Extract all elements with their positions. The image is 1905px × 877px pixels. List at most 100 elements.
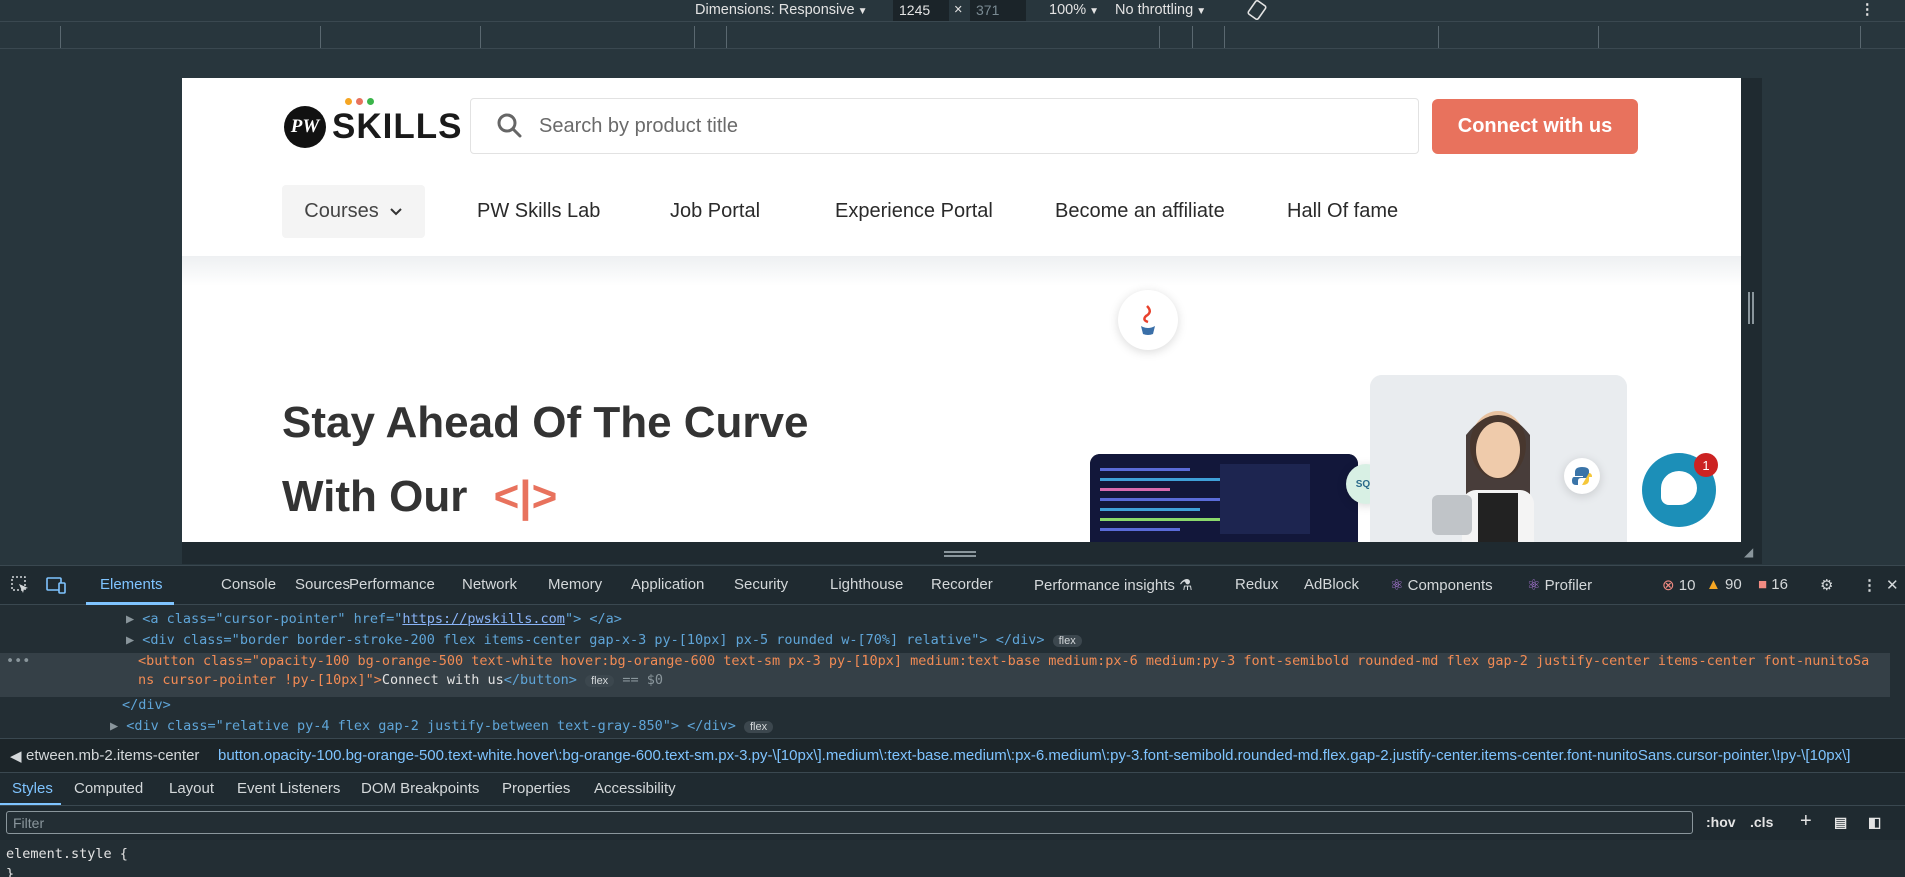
tab-network[interactable]: Network [462,576,517,593]
tab-recorder[interactable]: Recorder [931,576,993,593]
headline-text: With Our [282,472,468,521]
nav-experience-portal[interactable]: Experience Portal [835,185,993,238]
expand-arrow-icon[interactable]: ▶ [126,611,134,627]
flex-badge[interactable]: flex [585,675,615,687]
tab-performance-insights[interactable]: Performance insights ⚗ [1034,576,1193,594]
sidebar-toggle-icon[interactable]: ◧ [1868,814,1881,831]
element-style-rule[interactable]: element.style { [6,846,128,862]
tab-computed[interactable]: Computed [74,780,143,797]
hov-button[interactable]: :hov [1706,814,1736,830]
button-markup-line2: ns cursor-pointer !py-[10px]">Connect wi… [138,672,1890,688]
height-input[interactable]: 371 [970,0,1026,21]
ellipsis-icon[interactable]: ••• [6,653,30,669]
search-field[interactable]: Search by product title [470,98,1419,154]
tab-sources[interactable]: Sources [295,576,350,593]
div-close: </div> [122,697,171,713]
settings-gear-icon[interactable]: ⚙ [1820,576,1833,594]
expand-arrow-icon[interactable]: ▶ [110,718,118,734]
ruler-tick [1438,26,1439,48]
tab-event-listeners[interactable]: Event Listeners [237,780,340,797]
site-logo[interactable]: PW SKILLS [284,98,462,150]
add-rule-icon[interactable]: + [1800,810,1812,833]
tab-properties[interactable]: Properties [502,780,570,797]
chat-widget-button[interactable]: 1 [1642,453,1718,527]
flex-badge[interactable]: flex [1052,635,1082,647]
anchor-open: <a class="cursor-pointer" href=" [142,611,403,627]
inspect-element-icon[interactable] [10,575,30,599]
code-screen-image [1090,454,1358,542]
tab-label: Profiler [1544,577,1593,594]
tab-layout[interactable]: Layout [169,780,214,797]
tab-redux[interactable]: Redux [1235,576,1278,593]
more-options-icon[interactable]: ⋮ [1862,576,1877,594]
button-open-end: ns cursor-pointer !py-[10px]"> [138,672,382,688]
tab-accessibility[interactable]: Accessibility [594,780,676,797]
dom-node-close-div[interactable]: </div> [0,697,1890,718]
logo-dot [345,98,352,105]
courses-dropdown[interactable]: Courses [282,185,425,238]
issues-count[interactable]: ■ 16 [1758,576,1788,593]
connect-button[interactable]: Connect with us [1432,99,1638,154]
chevron-down-icon: ▼ [1089,6,1099,17]
header-shadow [182,256,1741,286]
selected-marker: == $0 [622,672,663,688]
tab-performance[interactable]: Performance [349,576,435,593]
breadcrumb-item[interactable]: etween.mb-2.items-center [26,747,199,764]
button-close: </button> [503,672,577,688]
dom-node-nav-div[interactable]: ▶ <div class="relative py-4 flex gap-2 j… [0,718,1890,739]
resize-handle-icon[interactable] [1748,292,1754,324]
paint-brush-icon[interactable]: ▤ [1834,814,1847,831]
ruler-tick [1224,26,1225,48]
ruler-tick [1192,26,1193,48]
width-input[interactable]: 1245 [893,0,949,21]
chevron-down-icon [390,207,402,215]
button-text: Connect with us [381,672,504,688]
zoom-dropdown[interactable]: 100% ▼ [1049,2,1099,18]
chevron-down-icon: ▼ [1196,6,1207,17]
tab-profiler[interactable]: ⚛ Profiler [1527,576,1592,594]
tab-security[interactable]: Security [734,576,788,593]
dimensions-dropdown[interactable]: Dimensions: Responsive ▼ [695,2,867,18]
tab-application[interactable]: Application [631,576,704,593]
tab-components[interactable]: ⚛ Components [1390,576,1493,594]
flask-icon: ⚗ [1179,577,1193,594]
dom-node-anchor[interactable]: ▶ <a class="cursor-pointer" href="https:… [0,611,1890,632]
device-toggle-icon[interactable] [45,575,67,599]
expand-arrow-icon[interactable]: ▶ [126,632,134,648]
throttling-dropdown[interactable]: No throttling ▼ [1115,2,1206,18]
dom-node-selected-button[interactable]: ••• <button class="opacity-100 bg-orange… [0,653,1890,697]
styles-pane: element.style { } [0,840,1905,877]
ruler-tick [694,26,695,48]
tab-dom-breakpoints[interactable]: DOM Breakpoints [361,780,479,797]
nav-hall-of-fame[interactable]: Hall Of fame [1287,185,1398,238]
more-options-icon[interactable]: ⋮ [1860,2,1875,18]
error-count-value: 10 [1678,577,1696,594]
filter-input[interactable]: Filter [6,811,1693,834]
close-icon[interactable]: ✕ [1886,576,1899,594]
corner-resize-icon[interactable]: ◢ [1744,545,1753,559]
dom-node-search-div[interactable]: ▶ <div class="border border-stroke-200 f… [0,632,1890,653]
search-input[interactable]: Search by product title [539,115,738,138]
tab-styles[interactable]: Styles [12,780,53,797]
chevron-down-icon: ▼ [857,6,868,17]
chat-notification-badge: 1 [1694,453,1718,477]
nav-courses-label: Courses [304,200,379,222]
breadcrumb-selected[interactable]: button.opacity-100.bg-orange-500.text-wh… [218,747,1850,764]
flex-badge[interactable]: flex [744,721,774,733]
logo-text: SKILLS [332,98,462,147]
nav-job-portal[interactable]: Job Portal [670,185,760,238]
cls-button[interactable]: .cls [1750,814,1773,830]
tab-console[interactable]: Console [221,576,276,593]
resize-handle-icon[interactable] [944,551,976,557]
tab-adblock[interactable]: AdBlock [1304,576,1359,593]
chevron-left-icon[interactable]: ◀ [10,747,22,765]
warning-count[interactable]: ▲ 90 [1706,576,1742,593]
error-count[interactable]: ⊗ 10 [1662,576,1695,594]
pw-logo-mark: PW [284,106,326,148]
tab-lighthouse[interactable]: Lighthouse [830,576,903,593]
anchor-href[interactable]: https://pwskills.com [402,611,565,627]
tab-memory[interactable]: Memory [548,576,602,593]
tab-elements[interactable]: Elements [100,576,163,593]
nav-become-affiliate[interactable]: Become an affiliate [1055,185,1225,238]
nav-pw-skills-lab[interactable]: PW Skills Lab [477,185,600,238]
